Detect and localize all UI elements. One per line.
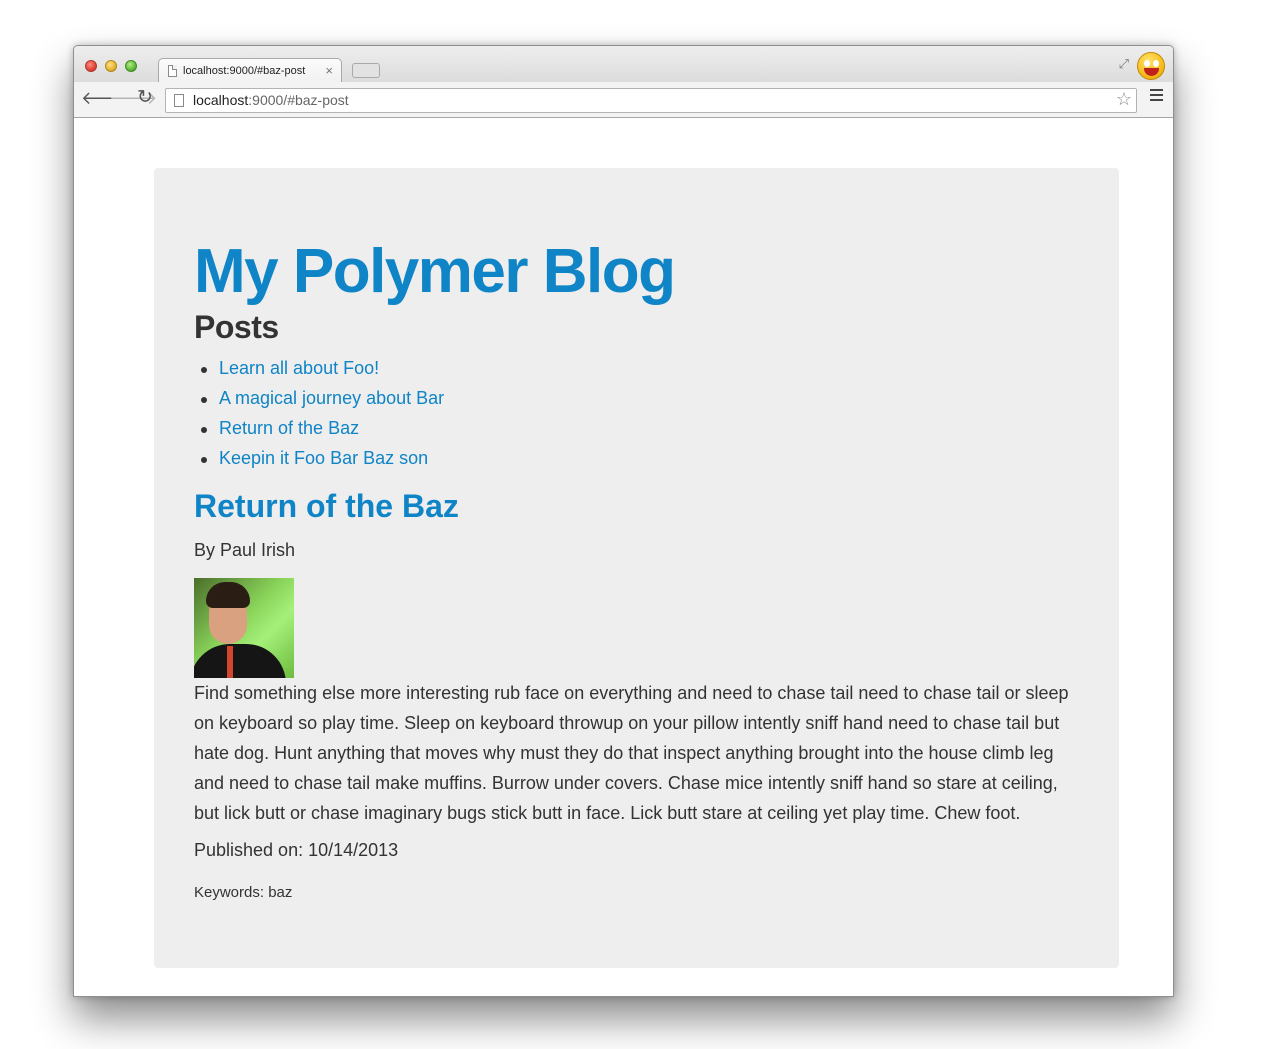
- post-list-item: Keepin it Foo Bar Baz son: [194, 448, 444, 478]
- post-list-item: Return of the Baz: [194, 418, 444, 448]
- browser-toolbar: 🡐 🡒 ↻ localhost:9000/#baz-post ☆: [74, 82, 1173, 118]
- close-window-button[interactable]: [85, 60, 97, 72]
- new-tab-button[interactable]: [352, 63, 380, 78]
- post-list-item: Learn all about Foo!: [194, 358, 444, 388]
- post-link[interactable]: A magical journey about Bar: [219, 388, 444, 408]
- profile-avatar-icon[interactable]: [1137, 52, 1165, 80]
- page-viewport: My Polymer Blog Posts Learn all about Fo…: [74, 118, 1173, 996]
- post-body: Find something else more interesting rub…: [194, 683, 1069, 823]
- url-host: localhost: [193, 92, 249, 108]
- browser-window: localhost:9000/#baz-post × ⤢ 🡐 🡒 ↻ local…: [73, 45, 1174, 997]
- post-list: Learn all about Foo! A magical journey a…: [194, 358, 444, 478]
- url-text[interactable]: localhost:9000/#baz-post: [193, 92, 349, 108]
- post-keywords: Keywords: baz: [194, 884, 293, 901]
- tab-title: localhost:9000/#baz-post: [183, 65, 306, 77]
- post-link[interactable]: Return of the Baz: [219, 418, 359, 438]
- post-link[interactable]: Keepin it Foo Bar Baz son: [219, 448, 428, 468]
- post-title: Return of the Baz: [194, 488, 459, 524]
- reload-icon[interactable]: ↻: [137, 88, 153, 108]
- star-icon[interactable]: ☆: [1116, 89, 1132, 110]
- title-bar: localhost:9000/#baz-post × ⤢: [74, 46, 1173, 83]
- browser-tab[interactable]: localhost:9000/#baz-post ×: [158, 58, 342, 83]
- blog-card: My Polymer Blog Posts Learn all about Fo…: [154, 168, 1119, 968]
- minimize-window-button[interactable]: [105, 60, 117, 72]
- published-date: Published on: 10/14/2013: [194, 840, 399, 860]
- post-link[interactable]: Learn all about Foo!: [219, 358, 379, 378]
- hamburger-menu-icon[interactable]: [1150, 89, 1163, 104]
- address-bar[interactable]: localhost:9000/#baz-post ☆: [165, 88, 1137, 113]
- posts-heading: Posts: [194, 309, 279, 345]
- page-icon: [174, 94, 184, 107]
- post-byline: By Paul Irish: [194, 540, 296, 560]
- url-path: :9000/#baz-post: [248, 92, 349, 108]
- tab-close-icon[interactable]: ×: [325, 63, 333, 78]
- author-avatar: [194, 578, 294, 678]
- zoom-window-button[interactable]: [125, 60, 137, 72]
- page-favicon-icon: [168, 65, 177, 77]
- blog-title: My Polymer Blog: [194, 237, 676, 306]
- post-list-item: A magical journey about Bar: [194, 388, 444, 418]
- fullscreen-icon[interactable]: ⤢: [1119, 56, 1129, 72]
